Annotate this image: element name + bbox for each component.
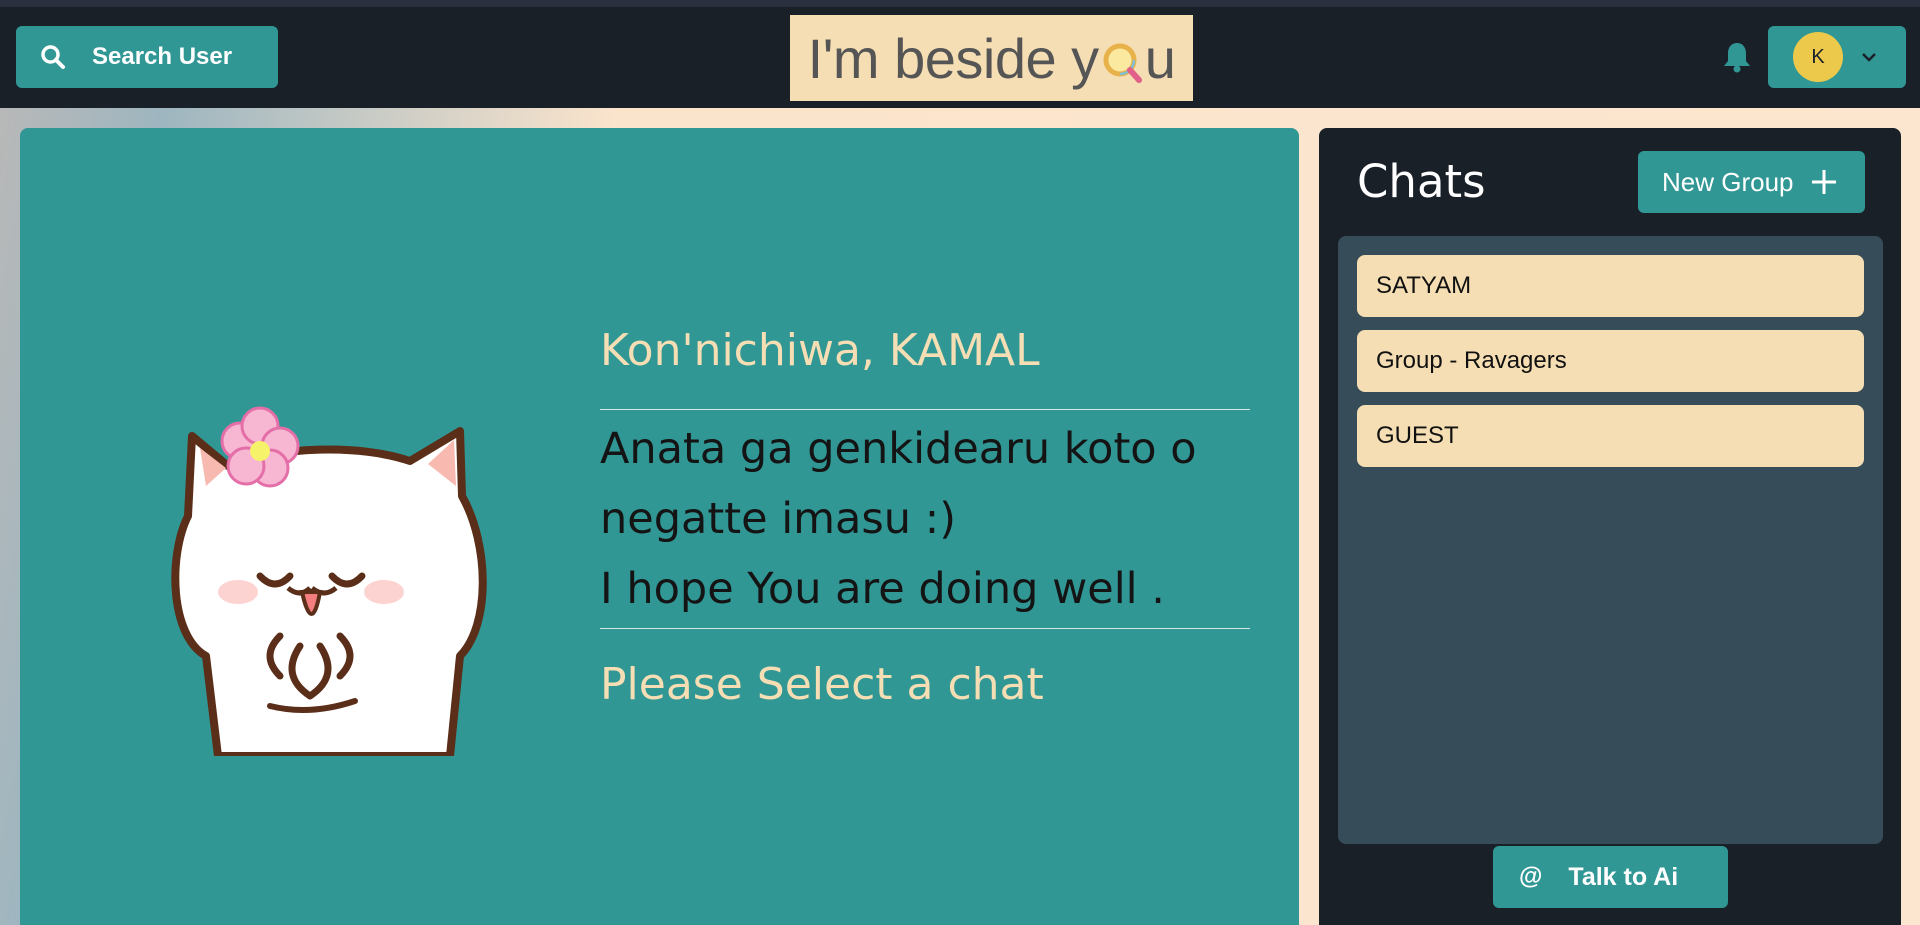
cat-illustration <box>160 356 560 760</box>
welcome-message: Kon'nichiwa, KAMAL Anata ga genkidearu k… <box>600 305 1250 710</box>
greeting-line: Anata ga genkidearu koto o <box>600 424 1197 474</box>
avatar: K <box>1793 32 1843 82</box>
logo-text-end: u <box>1144 26 1176 90</box>
chats-panel: Chats New Group SATYAM Group - Ravagers … <box>1319 128 1901 925</box>
talk-to-ai-label: Talk to Ai <box>1568 862 1679 891</box>
new-group-button[interactable]: New Group <box>1638 151 1865 213</box>
chat-item[interactable]: Group - Ravagers <box>1357 330 1864 392</box>
flower-icon <box>220 406 300 488</box>
chats-title: Chats <box>1357 155 1486 208</box>
window-top-strip <box>0 0 1920 7</box>
search-icon <box>41 45 65 69</box>
at-sign-icon: @ <box>1519 863 1543 890</box>
greeting-line: negatte imasu :) <box>600 494 956 544</box>
chat-item[interactable]: GUEST <box>1357 405 1864 467</box>
search-user-label: Search User <box>92 43 233 70</box>
greeting-title: Kon'nichiwa, KAMAL <box>600 325 1040 376</box>
new-group-label: New Group <box>1662 166 1794 197</box>
greeting-line: I hope You are doing well . <box>600 564 1165 614</box>
app-header: Search User I'm beside y u K <box>0 7 1920 108</box>
logo-text-start: I'm beside y <box>807 26 1100 90</box>
search-user-button[interactable]: Search User <box>16 26 278 88</box>
chevron-down-icon <box>1862 53 1876 62</box>
notification-bell-icon[interactable] <box>1722 41 1752 77</box>
magnifier-logo-icon <box>1100 30 1144 86</box>
plus-icon <box>1811 170 1836 194</box>
profile-menu-button[interactable]: K <box>1768 26 1906 88</box>
app-logo: I'm beside y u <box>790 15 1193 101</box>
chat-list: SATYAM Group - Ravagers GUEST <box>1338 236 1883 844</box>
chat-item[interactable]: SATYAM <box>1357 255 1864 317</box>
talk-to-ai-button[interactable]: @ Talk to Ai <box>1493 846 1728 908</box>
select-chat-prompt: Please Select a chat <box>600 659 1044 710</box>
welcome-panel: Kon'nichiwa, KAMAL Anata ga genkidearu k… <box>20 128 1299 925</box>
